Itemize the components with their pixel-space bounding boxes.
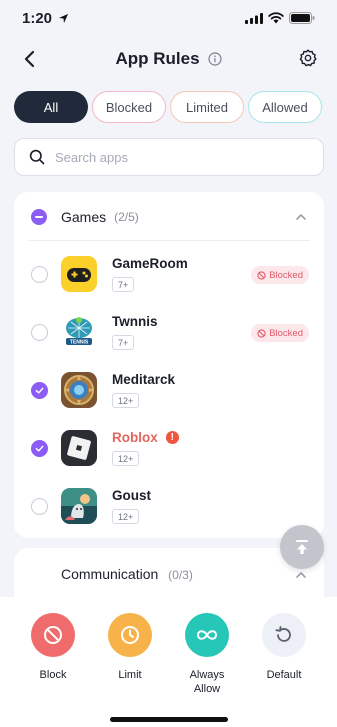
games-group-header[interactable]: Games (2/5): [14, 192, 324, 242]
search-input[interactable]: Search apps: [14, 138, 324, 176]
status-text: Blocked: [269, 269, 303, 281]
chevron-up-icon[interactable]: [294, 568, 308, 582]
app-checkbox[interactable]: [31, 498, 48, 515]
always-allow-action[interactable]: Always Allow: [172, 613, 242, 696]
gamepad-icon: [61, 256, 97, 292]
app-row-twnnis[interactable]: TENNIS Twnnis 7+ Blocked: [14, 302, 324, 360]
search-icon: [29, 149, 45, 165]
blocked-status-badge: Blocked: [251, 324, 309, 342]
status-bar: 1:20: [0, 0, 337, 36]
age-rating-badge: 12+: [112, 451, 140, 466]
location-arrow-icon: [58, 13, 69, 23]
always-allow-label: Always Allow: [172, 668, 242, 696]
default-action[interactable]: Default: [249, 613, 319, 682]
group-count: (0/3): [168, 568, 193, 582]
block-button[interactable]: [31, 613, 75, 657]
clock-text: 1:20: [22, 9, 53, 27]
filter-all-tab[interactable]: All: [14, 91, 88, 123]
group-title: Communication (0/3): [61, 566, 193, 582]
status-time: 1:20: [22, 10, 69, 27]
app-name: Roblox: [112, 430, 158, 445]
app-row-meditarck[interactable]: Meditarck 12+: [14, 360, 324, 418]
chevron-left-icon: [24, 50, 35, 68]
age-rating-badge: 12+: [112, 393, 140, 408]
wifi-icon: [268, 12, 284, 24]
group-title-text: Communication: [61, 566, 159, 582]
scroll-to-top-button[interactable]: [280, 525, 324, 569]
signal-icon: [245, 12, 263, 24]
info-icon[interactable]: [207, 52, 222, 66]
limit-button[interactable]: [108, 613, 152, 657]
ghost-game-icon: [61, 488, 97, 524]
group-partial-select-icon[interactable]: [31, 209, 47, 225]
always-allow-label-line1: Always: [189, 669, 225, 681]
tennis-icon: TENNIS: [61, 314, 97, 350]
filter-tabs: All Blocked Limited Allowed: [14, 91, 324, 123]
bottom-action-bar: Block Limit Always Allow Default: [0, 597, 337, 727]
app-row-roblox[interactable]: Roblox ! 12+: [14, 418, 324, 476]
home-indicator: [110, 717, 228, 722]
search-placeholder: Search apps: [55, 149, 128, 165]
app-checkbox[interactable]: [31, 266, 48, 283]
status-icons: [245, 12, 315, 24]
gear-icon: [299, 49, 317, 67]
always-allow-label-line2: Allow: [193, 683, 221, 695]
games-group-card: Games (2/5) GameRoom 7+ Blocked TENNIS T…: [14, 192, 324, 538]
divider: [28, 240, 310, 241]
app-name: Meditarck: [112, 372, 176, 387]
app-name: Goust: [112, 488, 151, 503]
checkmark-icon: [35, 387, 44, 394]
block-label: Block: [39, 669, 67, 681]
app-row-gameroom[interactable]: GameRoom 7+ Blocked: [14, 244, 324, 302]
blocked-status-badge: Blocked: [251, 266, 309, 284]
back-button[interactable]: [18, 48, 40, 70]
default-button[interactable]: [262, 613, 306, 657]
app-checkbox[interactable]: [31, 324, 48, 341]
chevron-up-icon[interactable]: [294, 210, 308, 224]
app-row-goust[interactable]: Goust 12+: [14, 476, 324, 534]
group-count: (2/5): [114, 210, 139, 224]
block-icon: [44, 626, 62, 644]
settings-button[interactable]: [297, 47, 319, 69]
roblox-icon: [61, 430, 97, 466]
app-checkbox-checked[interactable]: [31, 382, 48, 399]
block-action[interactable]: Block: [18, 613, 88, 682]
hearthstone-icon: [61, 372, 97, 408]
group-title: Games: [61, 209, 107, 225]
age-rating-badge: 7+: [112, 335, 135, 350]
reset-icon: [275, 626, 291, 642]
always-allow-button[interactable]: [185, 613, 229, 657]
block-icon: [257, 328, 266, 338]
default-label: Default: [266, 669, 302, 681]
warning-icon[interactable]: !: [165, 431, 179, 444]
nav-bar: App Rules: [0, 40, 337, 78]
filter-blocked-tab[interactable]: Blocked: [92, 91, 166, 123]
svg-text:TENNIS: TENNIS: [70, 340, 89, 346]
app-name-with-warning: Roblox !: [112, 430, 179, 445]
limit-action[interactable]: Limit: [95, 613, 165, 682]
app-name: Twnnis: [112, 314, 158, 329]
status-text: Blocked: [269, 327, 303, 339]
age-rating-badge: 12+: [112, 509, 140, 524]
infinity-icon: [196, 630, 218, 640]
block-icon: [257, 270, 266, 280]
limit-label: Limit: [118, 669, 142, 681]
app-name: GameRoom: [112, 256, 188, 271]
battery-icon: [289, 12, 315, 24]
age-rating-badge: 7+: [112, 277, 135, 292]
page-title: App Rules: [115, 49, 200, 68]
app-checkbox-checked[interactable]: [31, 440, 48, 457]
checkmark-icon: [35, 445, 44, 452]
clock-icon: [121, 626, 139, 644]
filter-allowed-tab[interactable]: Allowed: [248, 91, 322, 123]
filter-limited-tab[interactable]: Limited: [170, 91, 244, 123]
arrow-up-to-top-icon: [296, 540, 308, 554]
